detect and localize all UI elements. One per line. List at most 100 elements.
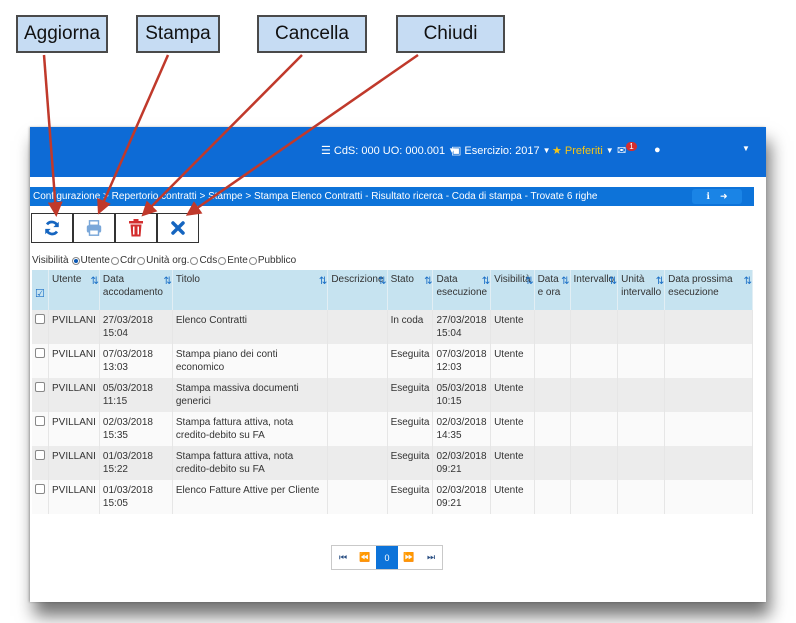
callout-stampa: Stampa [136,15,220,53]
table-row[interactable]: PVILLANI 07/03/2018 13:03 Stampa piano dei… [32,344,753,378]
table-cell [570,344,619,378]
table-cell: 01/03/2018 15:22 [99,446,173,480]
radio-unita-org-label: Unità org. [146,255,190,266]
table-cell [570,310,619,344]
radio-ente[interactable] [218,256,227,265]
sort-icon[interactable]: ⇅ [561,275,570,288]
column-header[interactable]: Stato ⇅ [387,270,434,310]
table-cell [664,344,753,378]
row-checkbox[interactable] [35,348,45,358]
column-header-label: Titolo [175,274,200,285]
column-header[interactable]: Data accodamento ⇅ [99,270,173,310]
mail-badge: 1 [626,142,637,151]
table-row[interactable]: PVILLANI 01/03/2018 15:22 Stampa fattura a… [32,446,753,480]
table-cell: Eseguita [387,412,434,446]
close-icon [171,221,185,235]
print-queue-table: ☑ Utente ⇅ Data accodamento ⇅ Titolo ⇅ Desc… [32,270,753,514]
sort-icon[interactable]: ⇅ [656,275,665,288]
table-cell [617,344,666,378]
table-row[interactable]: PVILLANI 02/03/2018 15:35 Stampa fattura a… [32,412,753,446]
table-cell: Eseguita [387,378,434,412]
table-cell [617,446,666,480]
radio-cds[interactable] [190,256,199,265]
row-checkbox[interactable] [35,382,45,392]
table-cell [570,412,619,446]
column-header[interactable]: Data esecuzione ⇅ [432,270,492,310]
print-button[interactable] [73,213,115,243]
row-checkbox[interactable] [35,484,45,494]
column-header[interactable]: Intervallo ⇅ [570,270,619,310]
table-row[interactable]: PVILLANI 05/03/2018 11:15 Stampa massiva d… [32,378,753,412]
table-cell [327,412,388,446]
close-button[interactable] [157,213,199,243]
caret-down-icon: ▼ [542,146,551,155]
sort-icon[interactable]: ⇅ [482,275,491,288]
column-header[interactable]: Visibilità ⇅ [490,270,535,310]
radio-utente[interactable] [71,256,80,265]
sort-icon[interactable]: ⇅ [744,275,753,288]
table-cell: 05/03/2018 11:15 [99,378,173,412]
column-header[interactable]: Utente ⇅ [48,270,100,310]
row-checkbox[interactable] [35,314,45,324]
table-row[interactable]: PVILLANI 27/03/2018 15:04 Elenco Contratti… [32,310,753,344]
column-header[interactable]: Unità intervallo ⇅ [617,270,666,310]
table-cell: PVILLANI [48,310,100,344]
info-icon[interactable]: ℹ [707,187,710,206]
prev-page-button[interactable]: ⏪ [354,546,376,569]
next-page-button[interactable]: ⏩ [398,546,420,569]
table-cell: 01/03/2018 15:05 [99,480,173,514]
mail-button[interactable]: ✉ 1 [617,142,637,157]
row-checkbox-cell [32,480,49,514]
caret-down-icon: ▼ [605,146,614,155]
callout-chiudi: Chiudi [396,15,505,53]
table-cell [534,446,571,480]
cds-menu[interactable]: ☰ CdS: 000 UO: 000.001 ▼ [321,144,456,158]
table-row[interactable]: PVILLANI 01/03/2018 15:05 Elenco Fatture A… [32,480,753,514]
sort-icon[interactable]: ⇅ [609,275,618,288]
callout-cancella: Cancella [257,15,367,53]
sort-icon[interactable]: ⇅ [378,275,387,288]
select-all-checkbox[interactable]: ☑ [32,270,49,310]
row-checkbox-cell [32,310,49,344]
table-cell [570,480,619,514]
last-page-button[interactable]: ⏭ [420,546,442,569]
sort-icon[interactable]: ⇅ [319,275,328,288]
calendar-icon: ▣ [451,145,462,157]
pagination: ⏮ ⏪ 0 ⏩ ⏭ [331,545,443,570]
column-header[interactable]: Titolo ⇅ [172,270,329,310]
table-cell: In coda [387,310,434,344]
preferiti-menu[interactable]: ★ Preferiti ▼ [552,144,614,158]
mail-icon: ✉ [617,145,627,157]
table-cell [664,378,753,412]
print-icon [86,220,102,236]
radio-cdr[interactable] [110,256,119,265]
table-cell: 07/03/2018 13:03 [99,344,173,378]
column-header[interactable]: Data e ora ⇅ [534,270,571,310]
table-cell [327,378,388,412]
sort-icon[interactable]: ⇅ [163,275,172,288]
table-cell [570,378,619,412]
sort-icon[interactable]: ⇅ [91,275,100,288]
column-header[interactable]: Data prossima esecuzione ⇅ [664,270,753,310]
check-icon: ☑ [35,288,45,300]
logout-icon[interactable]: ➜ [720,187,728,206]
sort-icon[interactable]: ⇅ [525,275,534,288]
user-dropdown[interactable]: ▼ [742,144,750,153]
callout-aggiorna: Aggiorna [16,15,108,53]
radio-unita-org[interactable] [137,256,146,265]
table-cell [327,446,388,480]
refresh-button[interactable] [31,213,73,243]
table-cell: Utente [490,310,535,344]
delete-button[interactable] [115,213,157,243]
current-page[interactable]: 0 [376,546,398,569]
row-checkbox[interactable] [35,416,45,426]
radio-pubblico[interactable] [248,256,257,265]
table-cell: Stampa piano dei conti economico [172,344,329,378]
user-menu[interactable]: ● [654,144,661,156]
sort-icon[interactable]: ⇅ [424,275,433,288]
row-checkbox[interactable] [35,450,45,460]
first-page-button[interactable]: ⏮ [332,546,354,569]
esercizio-menu[interactable]: ▣ Esercizio: 2017 ▼ [451,144,551,158]
table-cell [664,412,753,446]
column-header[interactable]: Descrizione ⇅ [327,270,388,310]
